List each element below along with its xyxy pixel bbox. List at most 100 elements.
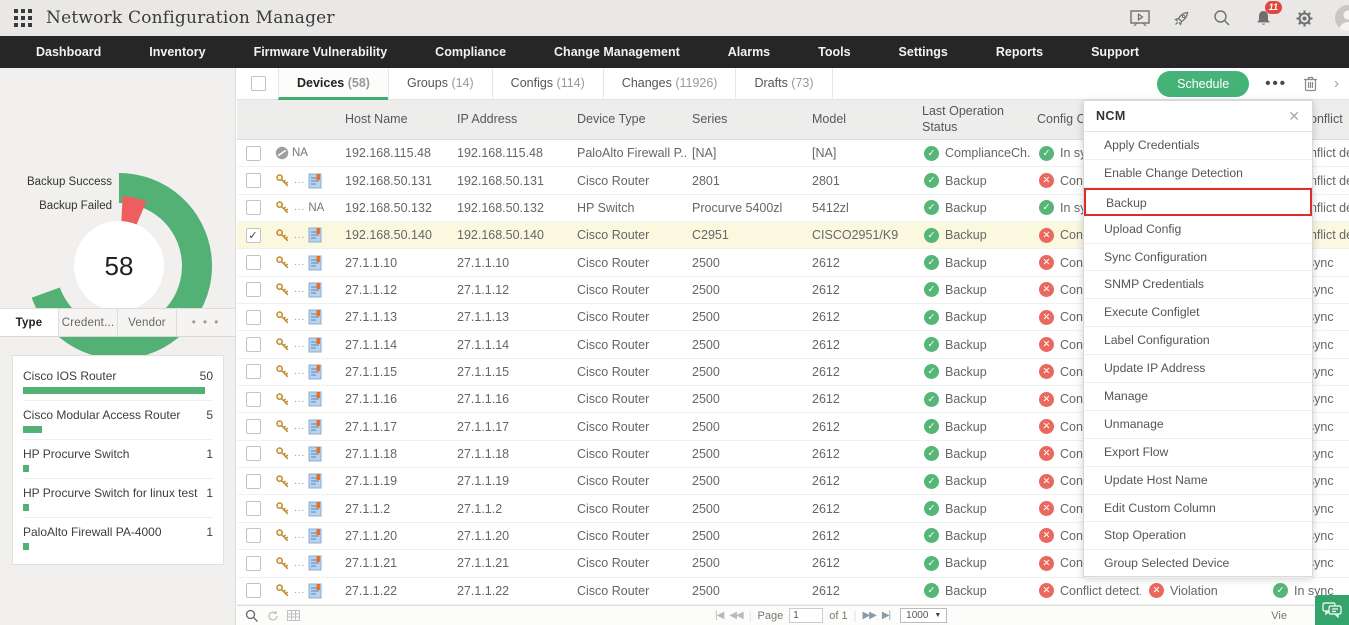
row-checkbox[interactable] xyxy=(246,200,261,215)
search-icon[interactable] xyxy=(1212,8,1232,28)
tab-devices[interactable]: Devices (58) xyxy=(278,68,388,100)
row-checkbox[interactable] xyxy=(246,173,261,188)
footer-grid-view-icon[interactable] xyxy=(287,610,300,621)
col-header-series[interactable]: Series xyxy=(686,112,806,128)
row-checkbox[interactable] xyxy=(246,392,261,407)
type-list-item[interactable]: HP Procurve Switch for linux test1 xyxy=(23,479,213,518)
sidebar-tab-type[interactable]: Type xyxy=(0,309,59,336)
close-icon[interactable]: ✕ xyxy=(1288,108,1300,125)
nav-item-firmware-vulnerability[interactable]: Firmware Vulnerability xyxy=(230,36,412,68)
config-document-icon[interactable] xyxy=(308,528,322,544)
config-document-icon[interactable] xyxy=(308,555,322,571)
nav-item-inventory[interactable]: Inventory xyxy=(125,36,229,68)
nav-item-dashboard[interactable]: Dashboard xyxy=(12,36,125,68)
menu-item-stop-operation[interactable]: Stop Operation xyxy=(1084,522,1312,550)
menu-item-execute-configlet[interactable]: Execute Configlet xyxy=(1084,299,1312,327)
table-row[interactable]: ...27.1.1.2227.1.1.22Cisco Router2500261… xyxy=(237,578,1349,605)
menu-item-manage[interactable]: Manage xyxy=(1084,383,1312,411)
menu-item-backup[interactable]: Backup xyxy=(1084,188,1312,216)
sidebar-tab-vendor[interactable]: Vendor xyxy=(118,309,177,336)
row-checkbox[interactable] xyxy=(246,282,261,297)
row-checkbox[interactable] xyxy=(246,528,261,543)
config-document-icon[interactable] xyxy=(308,337,322,353)
nav-item-alarms[interactable]: Alarms xyxy=(704,36,794,68)
apps-grid-icon[interactable] xyxy=(14,9,32,27)
menu-item-unmanage[interactable]: Unmanage xyxy=(1084,411,1312,439)
rocket-icon[interactable] xyxy=(1171,8,1191,28)
presentation-icon[interactable] xyxy=(1130,8,1150,28)
tab-groups[interactable]: Groups (14) xyxy=(388,68,492,100)
more-actions-icon[interactable]: ••• xyxy=(1265,75,1287,92)
config-document-icon[interactable] xyxy=(308,501,322,517)
menu-item-label-configuration[interactable]: Label Configuration xyxy=(1084,327,1312,355)
select-all-checkbox[interactable] xyxy=(251,76,266,91)
schedule-button[interactable]: Schedule xyxy=(1157,71,1249,97)
tab-configs[interactable]: Configs (114) xyxy=(492,68,603,100)
menu-item-snmp-credentials[interactable]: SNMP Credentials xyxy=(1084,271,1312,299)
config-document-icon[interactable] xyxy=(308,227,322,243)
row-checkbox[interactable] xyxy=(246,419,261,434)
nav-item-change-management[interactable]: Change Management xyxy=(530,36,704,68)
type-list-item[interactable]: PaloAlto Firewall PA-40001 xyxy=(23,518,213,556)
config-document-icon[interactable] xyxy=(308,309,322,325)
col-header-last-operation-status[interactable]: Last Operation Status xyxy=(916,104,1031,135)
col-header-model[interactable]: Model xyxy=(806,112,916,128)
config-document-icon[interactable] xyxy=(308,282,322,298)
page-size-select[interactable]: 1000▼ xyxy=(900,608,947,623)
gear-icon[interactable] xyxy=(1294,8,1314,28)
menu-item-edit-custom-column[interactable]: Edit Custom Column xyxy=(1084,495,1312,523)
menu-item-export-flow[interactable]: Export Flow xyxy=(1084,439,1312,467)
menu-item-update-ip-address[interactable]: Update IP Address xyxy=(1084,355,1312,383)
tab-drafts[interactable]: Drafts (73) xyxy=(735,68,832,100)
feedback-chat-widget[interactable] xyxy=(1315,595,1349,625)
avatar[interactable] xyxy=(1335,5,1349,31)
type-list-item[interactable]: Cisco Modular Access Router5 xyxy=(23,401,213,440)
nav-item-compliance[interactable]: Compliance xyxy=(411,36,530,68)
row-checkbox[interactable] xyxy=(246,556,261,571)
row-checkbox[interactable]: ✓ xyxy=(246,228,261,243)
row-checkbox[interactable] xyxy=(246,146,261,161)
row-checkbox[interactable] xyxy=(246,446,261,461)
first-page-button[interactable]: |◀ xyxy=(715,610,723,621)
menu-item-update-host-name[interactable]: Update Host Name xyxy=(1084,467,1312,495)
config-document-icon[interactable] xyxy=(308,419,322,435)
col-header-host-name[interactable]: Host Name xyxy=(339,112,451,128)
nav-item-tools[interactable]: Tools xyxy=(794,36,874,68)
menu-item-group-selected-device[interactable]: Group Selected Device xyxy=(1084,550,1312,578)
menu-item-upload-config[interactable]: Upload Config xyxy=(1084,216,1312,244)
config-document-icon[interactable] xyxy=(308,583,322,599)
scroll-right-chevron-icon[interactable]: › xyxy=(1334,75,1341,92)
sidebar-tab-credent[interactable]: Credent... xyxy=(59,309,118,336)
footer-search-icon[interactable] xyxy=(245,609,259,623)
row-checkbox[interactable] xyxy=(246,255,261,270)
last-page-button[interactable]: ▶| xyxy=(882,610,890,621)
row-checkbox[interactable] xyxy=(246,501,261,516)
type-list-item[interactable]: HP Procurve Switch1 xyxy=(23,440,213,479)
notifications-bell-icon[interactable]: 11 xyxy=(1253,8,1273,28)
config-document-icon[interactable] xyxy=(308,364,322,380)
sidebar-tabs-more[interactable]: • • • xyxy=(177,309,236,336)
config-document-icon[interactable] xyxy=(308,391,322,407)
menu-item-sync-configuration[interactable]: Sync Configuration xyxy=(1084,244,1312,272)
menu-item-enable-change-detection[interactable]: Enable Change Detection xyxy=(1084,160,1312,188)
page-number-input[interactable] xyxy=(789,608,823,623)
config-document-icon[interactable] xyxy=(308,446,322,462)
tab-changes[interactable]: Changes (11926) xyxy=(603,68,736,100)
footer-refresh-icon[interactable] xyxy=(267,610,279,622)
config-document-icon[interactable] xyxy=(308,173,322,189)
row-checkbox[interactable] xyxy=(246,474,261,489)
row-checkbox[interactable] xyxy=(246,310,261,325)
trash-icon[interactable] xyxy=(1303,75,1318,92)
row-checkbox[interactable] xyxy=(246,364,261,379)
col-header-ip-address[interactable]: IP Address xyxy=(451,112,571,128)
menu-item-apply-credentials[interactable]: Apply Credentials xyxy=(1084,132,1312,160)
config-document-icon[interactable] xyxy=(308,473,322,489)
nav-item-support[interactable]: Support xyxy=(1067,36,1163,68)
prev-page-button[interactable]: ◀◀ xyxy=(729,610,742,621)
nav-item-reports[interactable]: Reports xyxy=(972,36,1067,68)
next-page-button[interactable]: ▶▶ xyxy=(862,610,875,621)
config-document-icon[interactable] xyxy=(308,255,322,271)
type-list-item[interactable]: Cisco IOS Router50 xyxy=(23,362,213,401)
nav-item-settings[interactable]: Settings xyxy=(875,36,972,68)
col-header-device-type[interactable]: Device Type xyxy=(571,112,686,128)
